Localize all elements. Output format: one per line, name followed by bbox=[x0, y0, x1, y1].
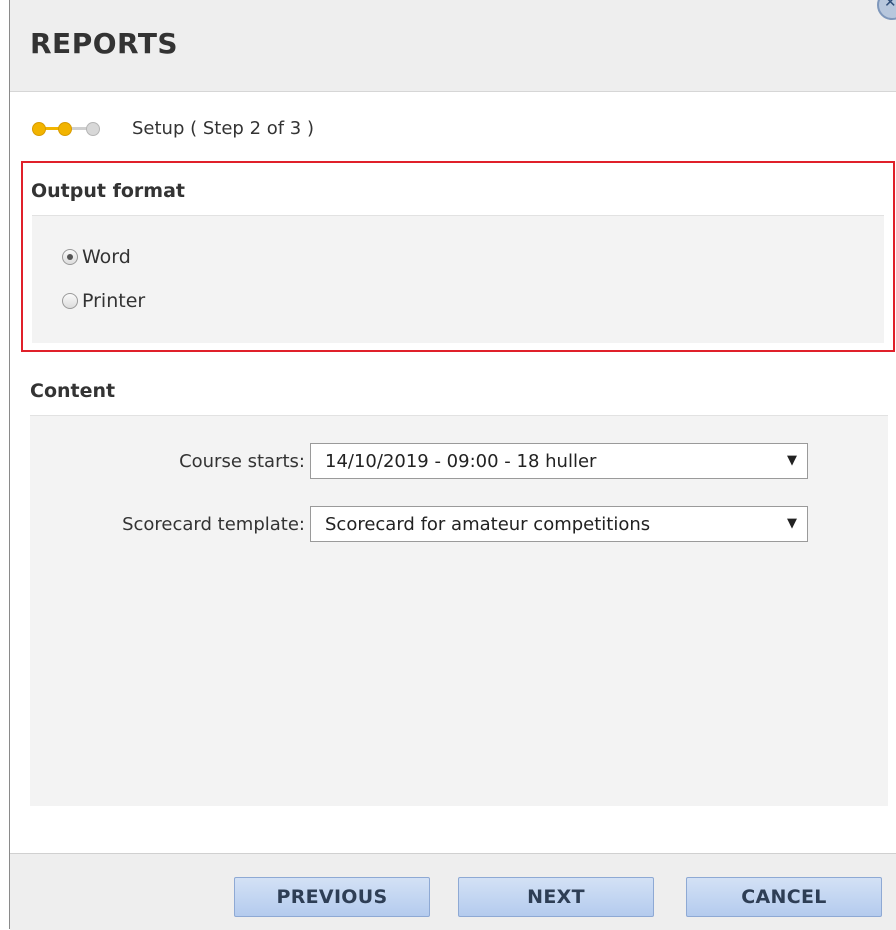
scorecard-template-select[interactable]: Scorecard for amateur competitions ▼ bbox=[310, 506, 808, 542]
dropdown-arrow-icon: ▼ bbox=[787, 516, 797, 531]
output-format-section: Output format Word Printer bbox=[21, 161, 895, 352]
scorecard-template-label: Scorecard template: bbox=[122, 514, 305, 535]
content-panel: Course starts: 14/10/2019 - 09:00 - 18 h… bbox=[30, 415, 888, 806]
radio-printer[interactable]: Printer bbox=[62, 290, 145, 312]
step-indicator: Setup ( Step 2 of 3 ) bbox=[30, 114, 314, 142]
radio-word-input[interactable] bbox=[62, 249, 78, 265]
dialog-title: REPORTS bbox=[30, 27, 179, 60]
radio-word-label: Word bbox=[82, 246, 131, 268]
dialog-footer: PREVIOUS NEXT CANCEL bbox=[10, 853, 896, 930]
reports-dialog: REPORTS ✕ Setup ( Step 2 of 3 ) Output f… bbox=[9, 0, 896, 930]
next-button[interactable]: NEXT bbox=[458, 877, 654, 917]
course-starts-label: Course starts: bbox=[179, 451, 305, 472]
radio-printer-input[interactable] bbox=[62, 293, 78, 309]
course-starts-value: 14/10/2019 - 09:00 - 18 huller bbox=[325, 450, 597, 472]
scorecard-template-value: Scorecard for amateur competitions bbox=[325, 513, 651, 535]
step-progress-icon bbox=[30, 118, 110, 138]
output-format-panel: Word Printer bbox=[32, 215, 884, 343]
course-starts-select[interactable]: 14/10/2019 - 09:00 - 18 huller ▼ bbox=[310, 443, 808, 479]
output-format-title: Output format bbox=[31, 180, 185, 202]
dropdown-arrow-icon: ▼ bbox=[787, 453, 797, 468]
step-label: Setup ( Step 2 of 3 ) bbox=[132, 117, 315, 139]
radio-word[interactable]: Word bbox=[62, 246, 131, 268]
dialog-header: REPORTS ✕ bbox=[10, 0, 896, 92]
cancel-button[interactable]: CANCEL bbox=[686, 877, 882, 917]
previous-button[interactable]: PREVIOUS bbox=[234, 877, 430, 917]
close-icon[interactable]: ✕ bbox=[877, 0, 896, 20]
content-title: Content bbox=[30, 380, 116, 402]
radio-printer-label: Printer bbox=[82, 290, 146, 312]
